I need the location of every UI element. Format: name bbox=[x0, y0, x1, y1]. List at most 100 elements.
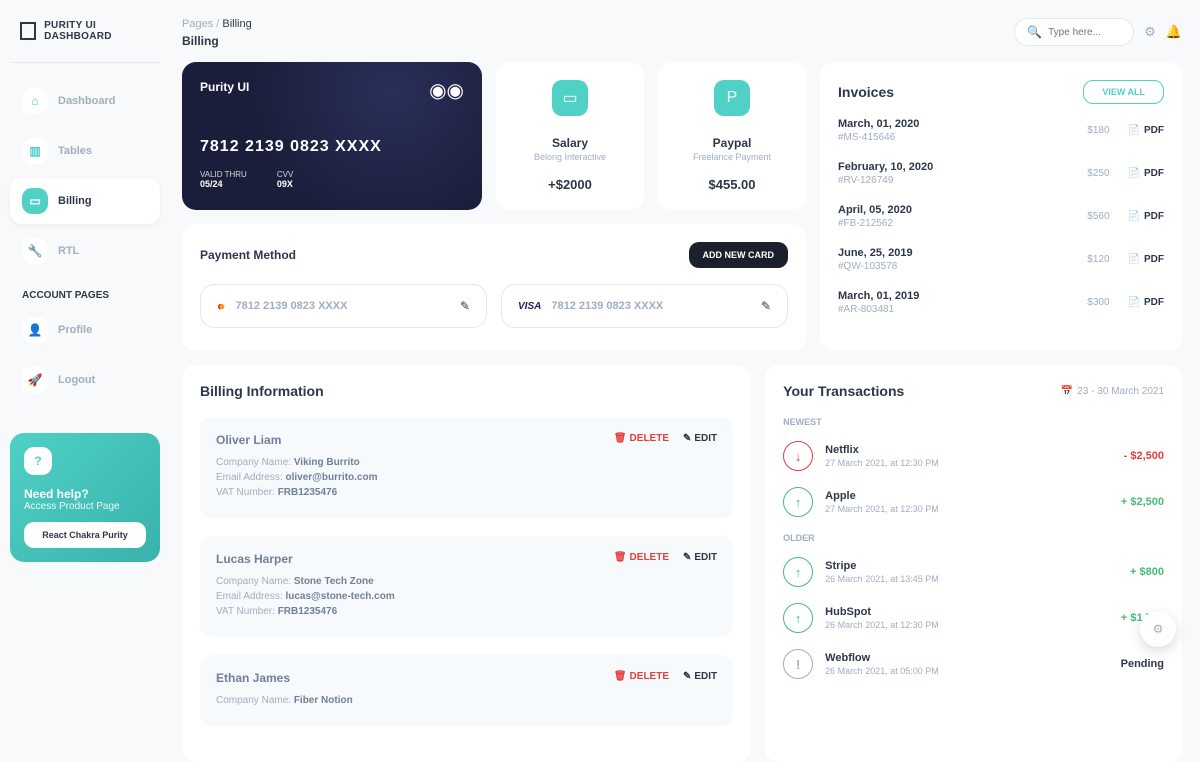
page-title: Billing bbox=[182, 34, 252, 48]
invoice-id: #QW-103578 bbox=[838, 261, 913, 272]
delete-button[interactable]: 🗑 DELETE bbox=[614, 671, 669, 682]
wrench-icon: 🔧 bbox=[22, 238, 48, 264]
stat-value: +$2000 bbox=[548, 177, 592, 192]
invoice-amount: $120 bbox=[1087, 254, 1109, 265]
invoices-title: Invoices bbox=[838, 84, 894, 100]
delete-button[interactable]: 🗑 DELETE bbox=[614, 552, 669, 563]
breadcrumb-root[interactable]: Pages bbox=[182, 18, 213, 30]
edit-button[interactable]: ✎ EDIT bbox=[683, 552, 717, 563]
trash-icon: 🗑 bbox=[614, 671, 627, 682]
question-icon: ? bbox=[24, 447, 52, 475]
invoice-amount: $560 bbox=[1087, 211, 1109, 222]
cc-cvv-label: CVV bbox=[277, 170, 293, 179]
invoice-date: March, 01, 2019 bbox=[838, 290, 919, 302]
document-icon: 📄 bbox=[1128, 125, 1140, 136]
tx-time: 26 March 2021, at 13:45 PM bbox=[825, 574, 939, 584]
arrow-up-icon: ↑ bbox=[783, 557, 813, 587]
tx-amount: + $2,500 bbox=[1121, 496, 1164, 508]
bell-icon[interactable]: 🔔 bbox=[1166, 24, 1182, 40]
transaction-row: ↑ HubSpot 26 March 2021, at 12:30 PM + $… bbox=[783, 603, 1164, 633]
invoice-pdf-button[interactable]: 📄PDF bbox=[1128, 125, 1164, 136]
document-icon: 📄 bbox=[1128, 254, 1140, 265]
transactions-card: Your Transactions 📅 23 - 30 March 2021 N… bbox=[765, 365, 1182, 762]
add-card-button[interactable]: ADD NEW CARD bbox=[689, 242, 789, 268]
help-title: Need help? bbox=[24, 487, 146, 501]
stat-salary: ▭ Salary Belong Interactive +$2000 bbox=[496, 62, 644, 210]
gear-icon[interactable]: ⚙ bbox=[1144, 24, 1156, 40]
document-icon: 📄 bbox=[1128, 297, 1140, 308]
invoice-row: March, 01, 2020 #MS-415646 $180 📄PDF bbox=[838, 118, 1164, 143]
invoice-id: #RV-126749 bbox=[838, 175, 933, 186]
invoice-row: February, 10, 2020 #RV-126749 $250 📄PDF bbox=[838, 161, 1164, 186]
nav-dashboard[interactable]: ⌂ Dashboard bbox=[10, 78, 160, 124]
card-icon: ▭ bbox=[22, 188, 48, 214]
arrow-up-icon: ↑ bbox=[783, 487, 813, 517]
logo: PURITY UI DASHBOARD bbox=[10, 20, 160, 63]
nav-label: Profile bbox=[58, 324, 92, 336]
invoice-date: June, 25, 2019 bbox=[838, 247, 913, 259]
invoice-row: June, 25, 2019 #QW-103578 $120 📄PDF bbox=[838, 247, 1164, 272]
cc-number: 7812 2139 0823 XXXX bbox=[200, 138, 464, 156]
help-button[interactable]: React Chakra Purity bbox=[24, 522, 146, 548]
gear-icon: ⚙ bbox=[1153, 622, 1164, 636]
invoice-date: April, 05, 2020 bbox=[838, 204, 912, 216]
invoice-pdf-button[interactable]: 📄PDF bbox=[1128, 254, 1164, 265]
chart-icon: ▥ bbox=[22, 138, 48, 164]
billing-name: Ethan James bbox=[216, 671, 353, 685]
billing-item: Ethan James Company Name: Fiber Notion 🗑… bbox=[200, 655, 733, 726]
paypal-icon: P bbox=[714, 80, 750, 116]
nav-label: RTL bbox=[58, 245, 79, 257]
pencil-icon[interactable]: ✎ bbox=[460, 299, 470, 313]
cc-valid: 05/24 bbox=[200, 179, 247, 189]
nav-tables[interactable]: ▥ Tables bbox=[10, 128, 160, 174]
billing-company: Company Name: Stone Tech Zone bbox=[216, 576, 395, 587]
pencil-icon: ✎ bbox=[683, 433, 691, 444]
transaction-row: ! Webflow 26 March 2021, at 05:00 PM Pen… bbox=[783, 649, 1164, 679]
arrow-pending-icon: ! bbox=[783, 649, 813, 679]
invoice-id: #AR-803481 bbox=[838, 304, 919, 315]
invoice-pdf-button[interactable]: 📄PDF bbox=[1128, 168, 1164, 179]
stat-title: Paypal bbox=[693, 136, 771, 150]
delete-button[interactable]: 🗑 DELETE bbox=[614, 433, 669, 444]
tx-time: 26 March 2021, at 12:30 PM bbox=[825, 620, 939, 630]
transaction-row: ↑ Apple 27 March 2021, at 12:30 PM + $2,… bbox=[783, 487, 1164, 517]
nav-label: Logout bbox=[58, 374, 95, 386]
invoice-date: March, 01, 2020 bbox=[838, 118, 919, 130]
tx-time: 27 March 2021, at 12:30 PM bbox=[825, 504, 939, 514]
settings-fab[interactable]: ⚙ bbox=[1140, 611, 1176, 647]
calendar-icon: 📅 bbox=[1061, 386, 1073, 397]
topbar: Pages / Billing Billing 🔍 ⚙ 🔔 bbox=[182, 18, 1182, 48]
billing-email: Email Address: lucas@stone-tech.com bbox=[216, 591, 395, 602]
nav-label: Tables bbox=[58, 145, 92, 157]
invoice-row: March, 01, 2019 #AR-803481 $300 📄PDF bbox=[838, 290, 1164, 315]
invoice-amount: $180 bbox=[1087, 125, 1109, 136]
billing-email: Email Address: oliver@burrito.com bbox=[216, 472, 377, 483]
search-input[interactable] bbox=[1048, 27, 1121, 38]
home-icon: ⌂ bbox=[22, 88, 48, 114]
billing-vat: VAT Number: FRB1235476 bbox=[216, 487, 377, 498]
search-box[interactable]: 🔍 bbox=[1014, 18, 1134, 46]
pencil-icon[interactable]: ✎ bbox=[761, 299, 771, 313]
pencil-icon: ✎ bbox=[683, 671, 691, 682]
billing-info-title: Billing Information bbox=[200, 383, 733, 399]
nav-profile[interactable]: 👤 Profile bbox=[10, 307, 160, 353]
nav-billing[interactable]: ▭ Billing bbox=[10, 178, 160, 224]
brand-text: PURITY UI DASHBOARD bbox=[44, 20, 150, 42]
edit-button[interactable]: ✎ EDIT bbox=[683, 671, 717, 682]
invoice-pdf-button[interactable]: 📄PDF bbox=[1128, 297, 1164, 308]
invoices-card: Invoices VIEW ALL March, 01, 2020 #MS-41… bbox=[820, 62, 1182, 351]
trash-icon: 🗑 bbox=[614, 433, 627, 444]
card-number: 7812 2139 0823 XXXX bbox=[236, 300, 348, 312]
wallet-icon: ▭ bbox=[552, 80, 588, 116]
edit-button[interactable]: ✎ EDIT bbox=[683, 433, 717, 444]
nav-logout[interactable]: 🚀 Logout bbox=[10, 357, 160, 403]
nav-rtl[interactable]: 🔧 RTL bbox=[10, 228, 160, 274]
invoice-pdf-button[interactable]: 📄PDF bbox=[1128, 211, 1164, 222]
nav-label: Dashboard bbox=[58, 95, 115, 107]
view-all-button[interactable]: VIEW ALL bbox=[1083, 80, 1164, 104]
tx-name: Webflow bbox=[825, 652, 939, 664]
tx-name: Stripe bbox=[825, 560, 939, 572]
transaction-row: ↑ Stripe 26 March 2021, at 13:45 PM + $8… bbox=[783, 557, 1164, 587]
tx-older-label: OLDER bbox=[783, 533, 1164, 543]
top-right: 🔍 ⚙ 🔔 bbox=[1014, 18, 1182, 46]
